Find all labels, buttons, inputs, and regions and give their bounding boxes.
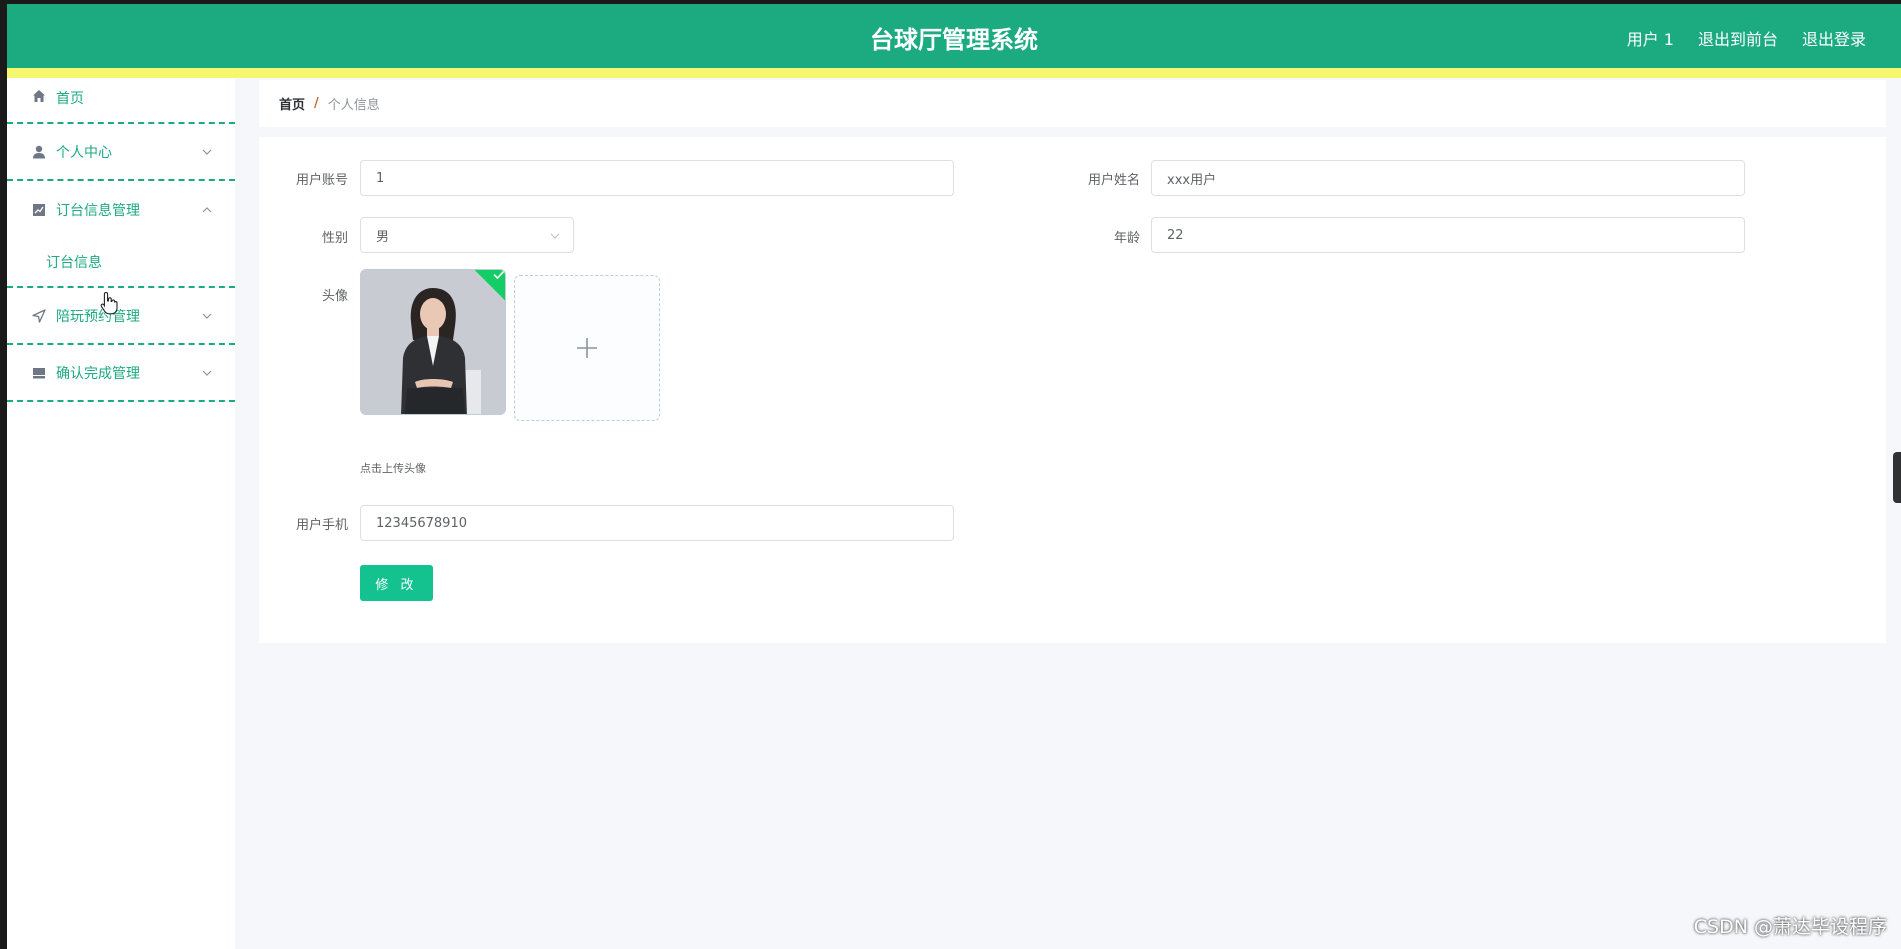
breadcrumb-current: 个人信息 xyxy=(327,98,380,113)
breadcrumb-separator: / xyxy=(314,96,319,111)
avatar-label: 头像 xyxy=(321,289,348,304)
profile-form: 用户账号 1 用户姓名 xxx用户 性别 男 年龄 22 头像 点击上传头像 用 xyxy=(259,137,1886,643)
navigation-icon xyxy=(31,308,47,324)
sidebar-item-label: 订台信息管理 xyxy=(56,202,140,219)
current-user-link[interactable]: 用户 1 xyxy=(1627,26,1674,50)
sidebar-item-companion-booking[interactable]: 陪玩预约管理 xyxy=(7,288,235,345)
watermark-text: CSDN @萧达毕设程序 xyxy=(1693,916,1887,938)
breadcrumb: 首页 / 个人信息 xyxy=(259,80,1886,127)
sidebar-item-personal-center[interactable]: 个人中心 xyxy=(7,124,235,181)
sidebar-item-home[interactable]: 首页 xyxy=(7,78,235,124)
chevron-up-icon xyxy=(201,204,213,216)
sidebar-menu: 首页 个人中心 订台信息管理 订台信息 陪玩预约管理 确认完成管理 xyxy=(7,78,235,949)
sidebar-item-label: 确认完成管理 xyxy=(56,365,140,382)
sidebar-item-label: 首页 xyxy=(56,91,84,107)
header-links: 用户 1 退出到前台 退出登录 xyxy=(1627,26,1866,50)
phone-input[interactable]: 12345678910 xyxy=(360,505,954,541)
account-input[interactable]: 1 xyxy=(360,160,954,196)
header-stripe xyxy=(7,68,1901,78)
inbox-icon xyxy=(31,365,47,381)
scrollbar-handle[interactable] xyxy=(1893,452,1901,503)
app-title: 台球厅管理系统 xyxy=(870,26,1038,54)
gender-select-value: 男 xyxy=(376,229,390,245)
plus-icon xyxy=(577,338,597,358)
phone-label: 用户手机 xyxy=(295,518,348,533)
avatar-upload-hint: 点击上传头像 xyxy=(360,462,426,475)
chevron-down-icon xyxy=(549,230,561,242)
chart-icon xyxy=(31,202,47,218)
avatar-photo xyxy=(361,270,505,414)
sidebar-item-booking-management[interactable]: 订台信息管理 xyxy=(7,181,235,238)
name-label: 用户姓名 xyxy=(1087,173,1140,188)
chevron-down-icon xyxy=(201,310,213,322)
user-icon xyxy=(31,144,47,160)
back-to-front-link[interactable]: 退出到前台 xyxy=(1698,26,1778,50)
sidebar-item-confirm-completion[interactable]: 确认完成管理 xyxy=(7,345,235,402)
sidebar-item-label: 个人中心 xyxy=(56,144,112,161)
sidebar-item-label: 陪玩预约管理 xyxy=(56,308,140,325)
breadcrumb-home[interactable]: 首页 xyxy=(279,94,305,113)
age-input[interactable]: 22 xyxy=(1151,217,1745,253)
app-header: 台球厅管理系统 用户 1 退出到前台 退出登录 xyxy=(7,4,1901,68)
name-input[interactable]: xxx用户 xyxy=(1151,160,1745,196)
gender-label: 性别 xyxy=(321,231,348,246)
sidebar-subitem-booking-info[interactable]: 订台信息 xyxy=(7,238,235,288)
gender-select[interactable]: 男 xyxy=(360,217,574,253)
check-icon xyxy=(493,270,505,280)
chevron-down-icon xyxy=(201,146,213,158)
account-label: 用户账号 xyxy=(295,173,348,188)
age-label: 年龄 xyxy=(1113,231,1140,246)
screen-edge-left xyxy=(0,0,7,949)
avatar[interactable] xyxy=(360,269,506,415)
submit-button[interactable]: 修 改 xyxy=(360,565,433,601)
home-icon xyxy=(31,88,47,104)
logout-link[interactable]: 退出登录 xyxy=(1802,26,1866,50)
chevron-down-icon xyxy=(201,367,213,379)
avatar-upload-button[interactable] xyxy=(514,275,660,421)
